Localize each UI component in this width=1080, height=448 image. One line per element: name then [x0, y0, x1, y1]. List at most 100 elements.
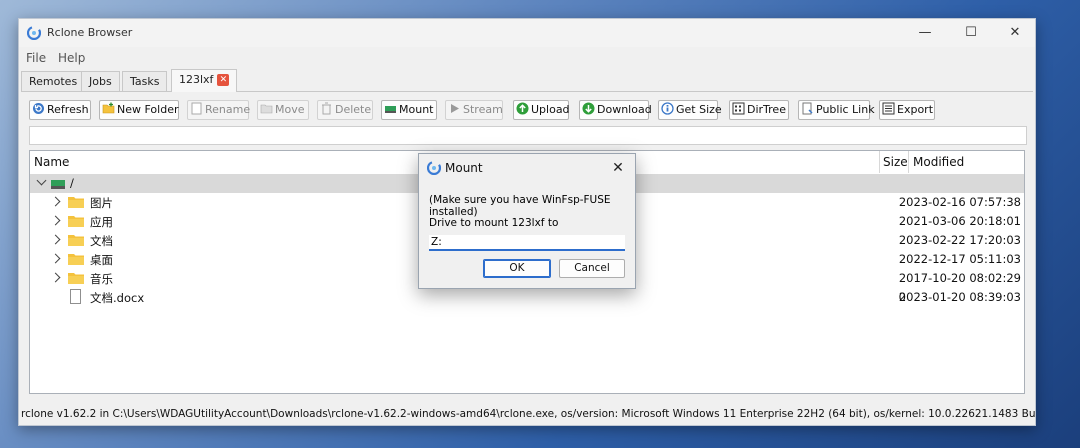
item-name: 音乐 [90, 272, 113, 286]
export-button[interactable]: Export [879, 100, 935, 120]
dialog-label: Drive to mount 123lxf to [429, 217, 559, 229]
cancel-button[interactable]: Cancel [559, 259, 625, 278]
stream-button[interactable]: Stream [445, 100, 503, 120]
rename-label: Rename [205, 103, 251, 116]
close-window-button[interactable]: ✕ [995, 23, 1035, 43]
ok-button[interactable]: OK [483, 259, 551, 278]
export-label: Export [897, 103, 934, 116]
trash-icon [322, 102, 331, 115]
chevron-right-icon[interactable] [50, 215, 61, 226]
chevron-right-icon[interactable] [50, 234, 61, 245]
item-name: 图片 [90, 196, 113, 210]
chevron-down-icon[interactable] [36, 175, 47, 186]
rename-button[interactable]: Rename [187, 100, 251, 120]
refresh-button[interactable]: Refresh [29, 100, 91, 120]
delete-button[interactable]: Delete [317, 100, 373, 120]
item-modified: 2022-12-17 05:11:03 [898, 252, 1021, 266]
folder-icon [68, 216, 84, 227]
item-modified: 2021-03-06 20:18:01 [898, 214, 1021, 228]
export-icon [882, 102, 895, 115]
refresh-label: Refresh [47, 103, 89, 116]
dirtree-button[interactable]: DirTree [729, 100, 789, 120]
dialog-title: Mount [445, 161, 483, 175]
menu-help[interactable]: Help [58, 51, 85, 65]
tab-close-icon[interactable]: ✕ [217, 74, 230, 86]
dirtree-icon [732, 102, 745, 115]
upload-button[interactable]: Upload [513, 100, 570, 120]
tab-label: 123lxf [179, 73, 214, 86]
menu-file[interactable]: File [26, 51, 46, 65]
move-icon [260, 104, 273, 114]
new-folder-label: New Folder [117, 103, 179, 116]
get-size-icon [661, 102, 674, 115]
status-bar: rclone v1.62.2 in C:\Users\WDAGUtilityAc… [21, 408, 1035, 420]
download-icon [582, 102, 595, 115]
item-name: 文档 [90, 234, 113, 248]
minimize-button[interactable]: — [905, 23, 945, 43]
rclone-logo-icon [427, 161, 441, 175]
column-separator[interactable] [879, 151, 880, 173]
tab-jobs[interactable]: Jobs [81, 71, 120, 91]
get-size-label: Get Size [676, 103, 722, 116]
stream-label: Stream [463, 103, 503, 116]
file-icon [70, 289, 81, 304]
item-modified: 2023-02-22 17:20:03 [898, 233, 1021, 247]
column-header-size[interactable]: Size [883, 151, 908, 173]
get-size-button[interactable]: Get Size [658, 100, 722, 120]
mount-button[interactable]: Mount [381, 100, 437, 120]
new-folder-icon [102, 102, 115, 114]
public-link-button[interactable]: Public Link [798, 100, 875, 120]
download-button[interactable]: Download [579, 100, 652, 120]
drive-letter-input[interactable] [429, 235, 625, 251]
window-title: Rclone Browser [47, 26, 133, 39]
delete-label: Delete [335, 103, 372, 116]
item-name: 文档.docx [90, 291, 145, 305]
menu-bar: File Help [19, 49, 1035, 67]
folder-icon [68, 273, 84, 284]
item-modified: 2023-02-16 07:57:38 [898, 195, 1021, 209]
drive-icon [51, 180, 65, 189]
folder-icon [68, 197, 84, 208]
rename-icon [191, 102, 202, 115]
path-bar[interactable] [29, 126, 1027, 145]
link-icon [802, 102, 813, 115]
refresh-icon [33, 103, 44, 114]
move-button[interactable]: Move [257, 100, 309, 120]
item-modified: 2023-01-20 08:39:03 [898, 290, 1021, 304]
tab-123lxf[interactable]: 123lxf ✕ [171, 69, 238, 92]
public-link-label: Public Link [816, 103, 875, 116]
tree-row[interactable]: 文档.docx 0 2023-01-20 08:39:03 [30, 288, 1024, 307]
column-separator[interactable] [908, 151, 909, 173]
mount-label: Mount [399, 103, 434, 116]
item-name: 桌面 [90, 253, 113, 267]
title-bar[interactable]: Rclone Browser — ☐ ✕ [19, 19, 1035, 47]
column-header-name[interactable]: Name [34, 151, 69, 173]
chevron-right-icon[interactable] [50, 272, 61, 283]
drive-icon [385, 106, 396, 113]
tab-tasks[interactable]: Tasks [122, 71, 168, 91]
column-header-modified[interactable]: Modified [913, 151, 964, 173]
toolbar: Refresh New Folder Rename Move Delete Mo… [27, 100, 1027, 122]
tab-label: Jobs [89, 75, 112, 88]
tab-bar: Remotes Jobs Tasks 123lxf ✕ [21, 69, 1033, 92]
chevron-right-icon[interactable] [50, 196, 61, 207]
mount-dialog: Mount ✕ (Make sure you have WinFsp-FUSE … [418, 153, 636, 289]
chevron-right-icon[interactable] [50, 253, 61, 264]
download-label: Download [597, 103, 652, 116]
folder-icon [68, 254, 84, 265]
rclone-logo-icon [27, 26, 41, 40]
play-icon [451, 104, 459, 113]
dirtree-label: DirTree [747, 103, 786, 116]
tab-label: Remotes [29, 75, 78, 88]
upload-icon [516, 102, 529, 115]
tab-remotes[interactable]: Remotes [21, 71, 86, 91]
tab-label: Tasks [130, 75, 160, 88]
dialog-note: (Make sure you have WinFsp-FUSE installe… [429, 194, 611, 218]
new-folder-button[interactable]: New Folder [99, 100, 179, 120]
item-modified: 2017-10-20 08:02:29 [898, 271, 1021, 285]
folder-icon [68, 235, 84, 246]
maximize-button[interactable]: ☐ [951, 23, 991, 43]
dialog-close-icon[interactable]: ✕ [607, 157, 629, 179]
move-label: Move [275, 103, 305, 116]
item-name: 应用 [90, 215, 113, 229]
